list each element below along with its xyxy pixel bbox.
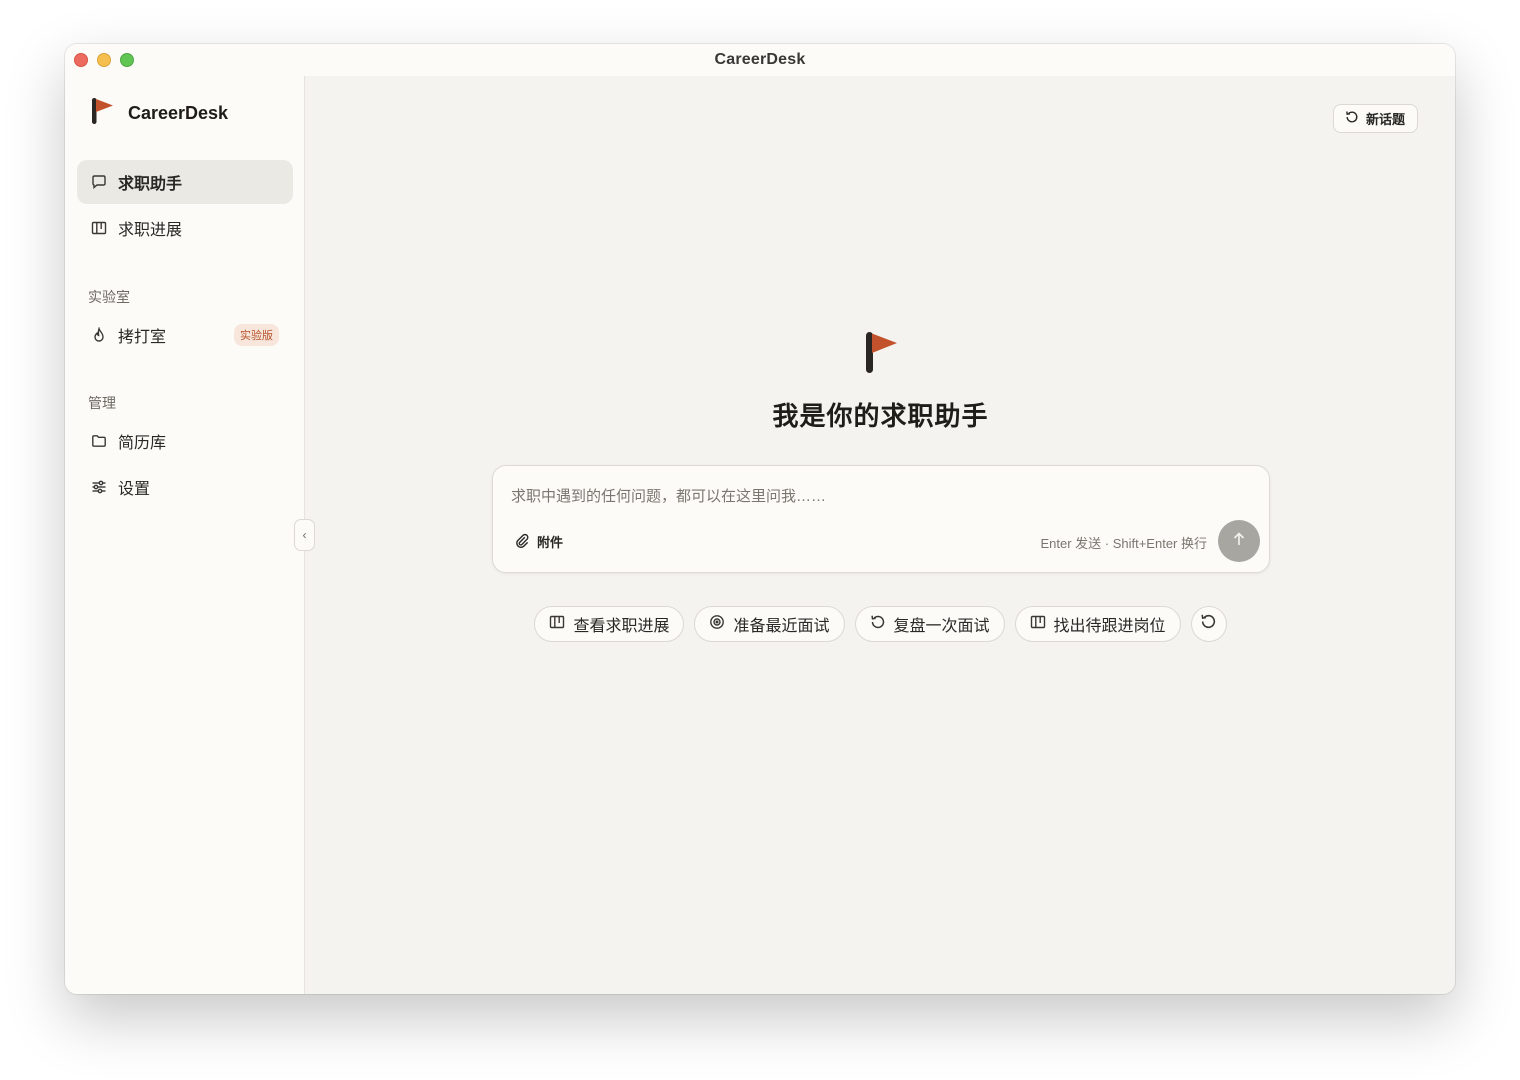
brand-name: CareerDesk (128, 103, 229, 123)
sidebar: CareerDesk 求职助手 求职进展 实验室 拷打室 实验版 管理 简历库 … (65, 76, 305, 994)
new-topic-label: 新话题 (1365, 112, 1405, 127)
sidebar-item-settings[interactable]: 设置 (77, 465, 293, 509)
flame-icon (91, 327, 107, 343)
refresh-icon (1345, 110, 1359, 127)
paperclip-icon (515, 533, 530, 551)
new-topic-button[interactable]: 新话题 (1332, 104, 1418, 133)
refresh-icon (1200, 613, 1217, 635)
app-window: CareerDesk CareerDesk 求职助手 求职进展 实验室 拷打室 … (65, 44, 1455, 994)
send-button[interactable] (1218, 520, 1260, 562)
chat-input[interactable] (511, 484, 1211, 508)
sidebar-item-resume-library[interactable]: 简历库 (77, 419, 293, 463)
kanban-icon (91, 220, 107, 236)
chip-label: 准备最近面试 (733, 618, 830, 635)
sidebar-item-label: 设置 (118, 481, 151, 498)
keyboard-hint: Enter 发送 · Shift+Enter 换行 (1040, 536, 1207, 551)
flag-hero-icon (863, 330, 899, 379)
chat-bubble-icon (91, 174, 107, 190)
target-icon (709, 614, 725, 635)
kanban-icon (549, 614, 565, 635)
sidebar-item-job-progress[interactable]: 求职进展 (77, 206, 293, 250)
sliders-icon (91, 479, 107, 495)
sidebar-item-label: 求职进展 (118, 222, 183, 239)
hero-title: 我是你的求职助手 (772, 401, 989, 431)
window-controls (74, 53, 134, 67)
sidebar-item-label: 简历库 (118, 435, 167, 452)
section-label-lab: 实验室 (88, 289, 130, 305)
main-area: 新话题 我是你的求职助手 附件 Enter 发送 · Shift+Enter 换… (306, 76, 1455, 994)
suggestion-chip-find-followups[interactable]: 找出待跟进岗位 (1014, 606, 1181, 642)
suggestion-chip-prepare-interview[interactable]: 准备最近面试 (694, 606, 845, 642)
chip-label: 复盘一次面试 (893, 618, 990, 635)
refresh-suggestions-button[interactable] (1190, 606, 1227, 642)
suggestion-chips: 查看求职进展 准备最近面试 复盘一次面试 找出待跟进岗位 (306, 606, 1455, 642)
attach-button[interactable]: 附件 (515, 532, 563, 551)
chip-label: 找出待跟进岗位 (1053, 618, 1166, 635)
rotate-icon (870, 614, 886, 635)
close-window-button[interactable] (74, 53, 88, 67)
suggestion-chip-view-progress[interactable]: 查看求职进展 (534, 606, 685, 642)
minimize-window-button[interactable] (97, 53, 111, 67)
suggestion-chip-review-interview[interactable]: 复盘一次面试 (854, 606, 1005, 642)
maximize-window-button[interactable] (120, 53, 134, 67)
brand[interactable]: CareerDesk (90, 96, 228, 131)
chip-label: 查看求职进展 (573, 618, 670, 635)
arrow-up-icon (1231, 531, 1247, 552)
kanban-icon (1030, 614, 1046, 635)
window-title: CareerDesk (714, 51, 806, 68)
sidebar-item-label: 求职助手 (118, 176, 183, 193)
flag-logo-icon (90, 96, 114, 131)
experimental-badge: 实验版 (234, 324, 279, 346)
sidebar-item-job-assistant[interactable]: 求职助手 (77, 160, 293, 204)
title-bar: CareerDesk (65, 44, 1455, 76)
chat-composer: 附件 Enter 发送 · Shift+Enter 换行 (492, 465, 1270, 573)
sidebar-item-grill-room[interactable]: 拷打室 实验版 (77, 313, 293, 357)
section-label-manage: 管理 (88, 395, 116, 411)
sidebar-item-label: 拷打室 (118, 329, 167, 346)
attach-label: 附件 (537, 535, 564, 550)
folder-icon (91, 433, 107, 449)
